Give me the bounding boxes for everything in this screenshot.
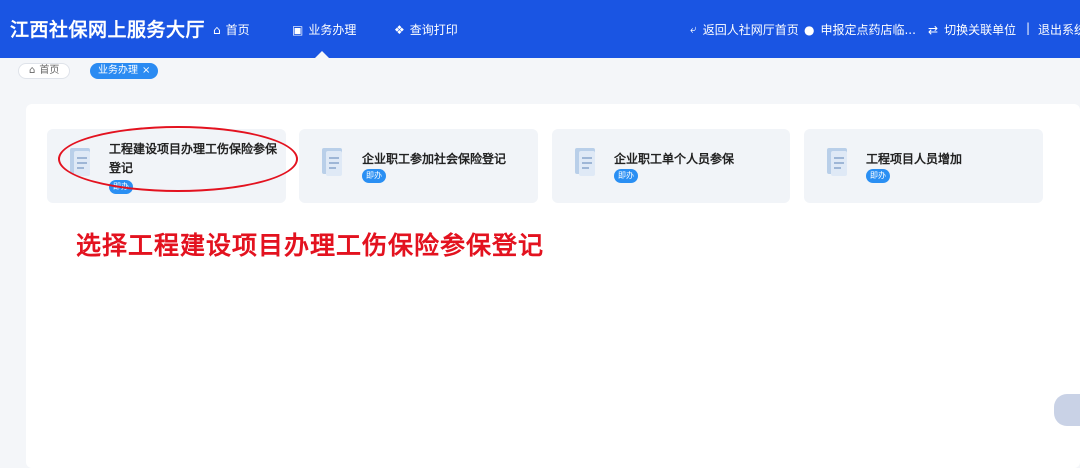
breadcrumb: ⌂ 首页 业务办理 ×: [0, 58, 1080, 84]
card-title: 企业职工单个人员参保: [614, 152, 735, 166]
card-title: 工程项目人员增加: [866, 152, 963, 166]
search-print-icon: ❖: [394, 22, 405, 37]
switch-unit-link[interactable]: ⇄ 切换关联单位: [928, 21, 1016, 38]
home-icon: ⌂: [213, 22, 221, 37]
instant-badge: 即办: [614, 169, 638, 183]
floating-side-button[interactable]: [1054, 394, 1080, 426]
logout-label: 退出系统: [1038, 23, 1080, 37]
document-icon: [827, 148, 847, 176]
highlight-ellipse: [58, 126, 298, 192]
active-nav-caret: [315, 51, 329, 58]
service-card-social-insurance-registration[interactable]: 企业职工参加社会保险登记 即办: [299, 129, 538, 203]
nav-home-label: 首页: [225, 23, 250, 37]
switch-unit-label: 切换关联单位: [944, 23, 1017, 37]
briefcase-icon: ▣: [292, 22, 304, 37]
breadcrumb-home-label: 首页: [39, 65, 60, 76]
user-account-link[interactable]: ● 申报定点药店临...: [804, 21, 916, 38]
switch-icon: ⇄: [928, 22, 939, 37]
nav-business-label: 业务办理: [308, 23, 357, 37]
back-home-link[interactable]: ⤶ 返回人社网厅首页: [690, 21, 799, 38]
top-navbar: 江西社保网上服务大厅 ⌂ 首页 ▣ 业务办理 ❖ 查询打印 ⤶ 返回人社网厅首页…: [0, 0, 1080, 58]
card-title: 企业职工参加社会保险登记: [362, 152, 507, 166]
breadcrumb-business-label: 业务办理: [98, 65, 138, 76]
nav-home[interactable]: ⌂ 首页: [213, 21, 250, 38]
nav-business[interactable]: ▣ 业务办理: [292, 21, 356, 38]
site-title: 江西社保网上服务大厅: [10, 19, 206, 41]
document-icon: [575, 148, 595, 176]
user-icon: ●: [804, 22, 815, 37]
breadcrumb-home[interactable]: ⌂ 首页: [18, 63, 71, 79]
nav-query-print-label: 查询打印: [409, 23, 458, 37]
close-icon[interactable]: ×: [142, 63, 150, 79]
back-home-label: 返回人社网厅首页: [702, 23, 799, 37]
breadcrumb-business-tab[interactable]: 业务办理 ×: [90, 63, 159, 79]
instant-badge: 即办: [362, 169, 386, 183]
instruction-annotation: 选择工程建设项目办理工伤保险参保登记: [76, 231, 545, 260]
service-card-single-employee-enroll[interactable]: 企业职工单个人员参保 即办: [552, 129, 790, 203]
nav-query-print[interactable]: ❖ 查询打印: [394, 21, 458, 38]
instant-badge: 即办: [866, 169, 890, 183]
home-icon: ⌂: [29, 65, 36, 76]
nav-divider: |: [1026, 21, 1031, 35]
user-account-label: 申报定点药店临...: [820, 23, 916, 37]
logout-link[interactable]: 退出系统: [1038, 21, 1080, 38]
service-card-project-staff-add[interactable]: 工程项目人员增加 即办: [804, 129, 1043, 203]
document-icon: [322, 148, 342, 176]
back-arrow-icon: ⤶: [690, 22, 697, 36]
